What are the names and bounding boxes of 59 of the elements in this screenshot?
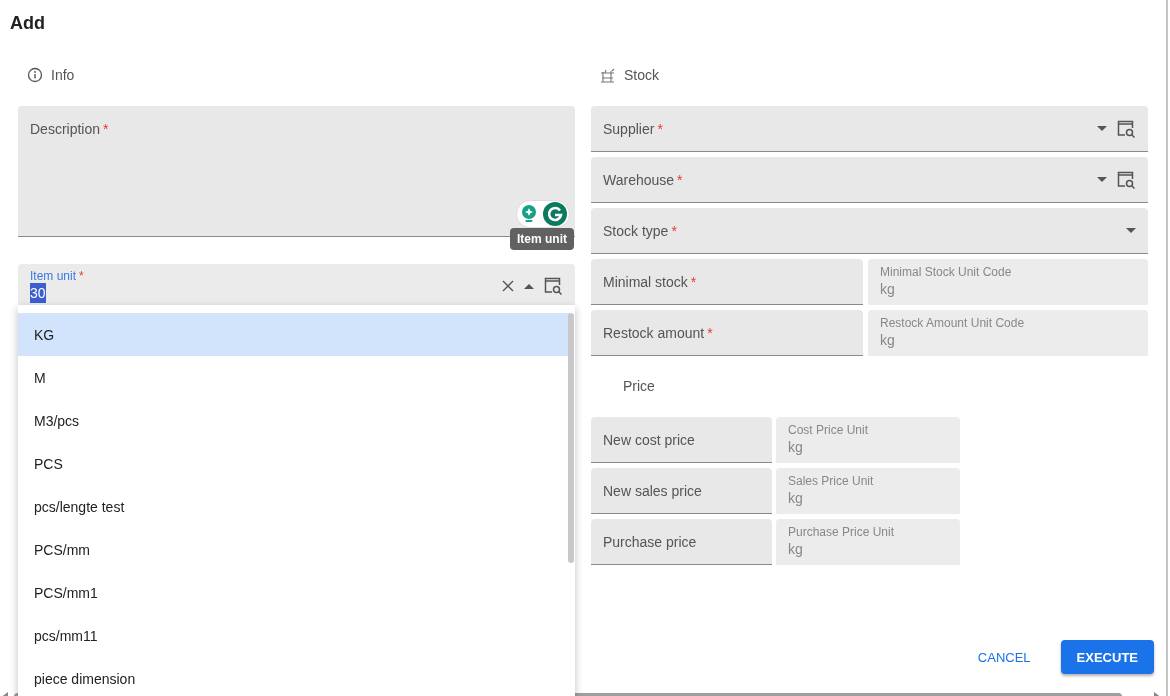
tooltip: Item unit [510, 228, 574, 250]
cancel-button[interactable]: CANCEL [969, 640, 1039, 674]
field-value: kg [788, 437, 804, 457]
field-value: 30 [30, 283, 46, 303]
field-label: Restock amount * [603, 324, 714, 341]
info-icon [27, 67, 43, 83]
caret-down-icon[interactable] [1097, 177, 1107, 182]
field-label: Restock Amount Unit Code [880, 315, 1026, 330]
field-value: kg [788, 539, 804, 559]
dropdown-option[interactable]: pcs/mm11 [18, 614, 569, 657]
dropdown-option[interactable]: M [18, 356, 569, 399]
field-value: kg [880, 279, 896, 299]
dropdown-option[interactable]: KG [18, 313, 569, 356]
field-label: Minimal Stock Unit Code [880, 264, 1013, 279]
field-value: kg [880, 330, 896, 350]
section-heading: Info [51, 66, 75, 85]
field-value: kg [788, 488, 804, 508]
field-label: Supplier * [603, 120, 664, 137]
number-field[interactable]: New cost price [591, 417, 772, 463]
lookup-icon[interactable] [544, 277, 563, 295]
field-label: Description * [30, 121, 110, 137]
scrollbar-thumb[interactable] [568, 313, 574, 563]
dropdown-option[interactable]: M3/pcs [18, 399, 569, 442]
lookup-icon[interactable] [1117, 170, 1136, 189]
dropdown-option[interactable]: piece dimension [18, 657, 569, 696]
field-label: Sales Price Unit [788, 473, 875, 488]
field-label: Warehouse * [603, 171, 684, 188]
execute-button[interactable]: EXECUTE [1060, 640, 1154, 674]
select-field[interactable]: Supplier * [591, 106, 1148, 152]
field-label: Cost Price Unit [788, 422, 870, 437]
field-label: New cost price [603, 431, 696, 448]
assistant-badge[interactable] [516, 200, 570, 228]
lookup-icon[interactable] [1117, 119, 1136, 138]
field-label: Stock type * [603, 222, 678, 239]
field-label: New sales price [603, 482, 703, 499]
caret-up-icon[interactable] [524, 283, 534, 289]
number-field[interactable]: Purchase price [591, 519, 772, 565]
number-field[interactable]: Minimal stock * [591, 259, 863, 305]
number-field[interactable]: Restock amount * [591, 310, 863, 356]
field-label: Item unit * [30, 269, 85, 283]
dialog-title: Add [9, 12, 46, 35]
field-label: Minimal stock * [603, 273, 698, 290]
number-field[interactable]: New sales price [591, 468, 772, 514]
select-field[interactable]: Warehouse * [591, 157, 1148, 203]
clear-icon[interactable] [502, 280, 514, 292]
dropdown-option[interactable]: PCS [18, 442, 569, 485]
field-label: Purchase Price Unit [788, 524, 896, 539]
caret-down-icon[interactable] [1126, 228, 1136, 233]
lightbulb-icon[interactable] [519, 204, 538, 224]
crane-icon [600, 67, 616, 83]
dropdown-option[interactable]: PCS/mm1 [18, 571, 569, 614]
letter-g-icon[interactable] [542, 202, 567, 226]
section-heading: Stock [624, 66, 659, 85]
section-heading: Price [622, 377, 655, 396]
caret-down-icon[interactable] [1097, 126, 1107, 131]
dropdown-option[interactable]: PCS/mm [18, 528, 569, 571]
dropdown-option[interactable]: pcs/lengte test [18, 485, 569, 528]
select-field[interactable]: Stock type * [591, 208, 1148, 254]
field-label: Purchase price [603, 533, 698, 550]
